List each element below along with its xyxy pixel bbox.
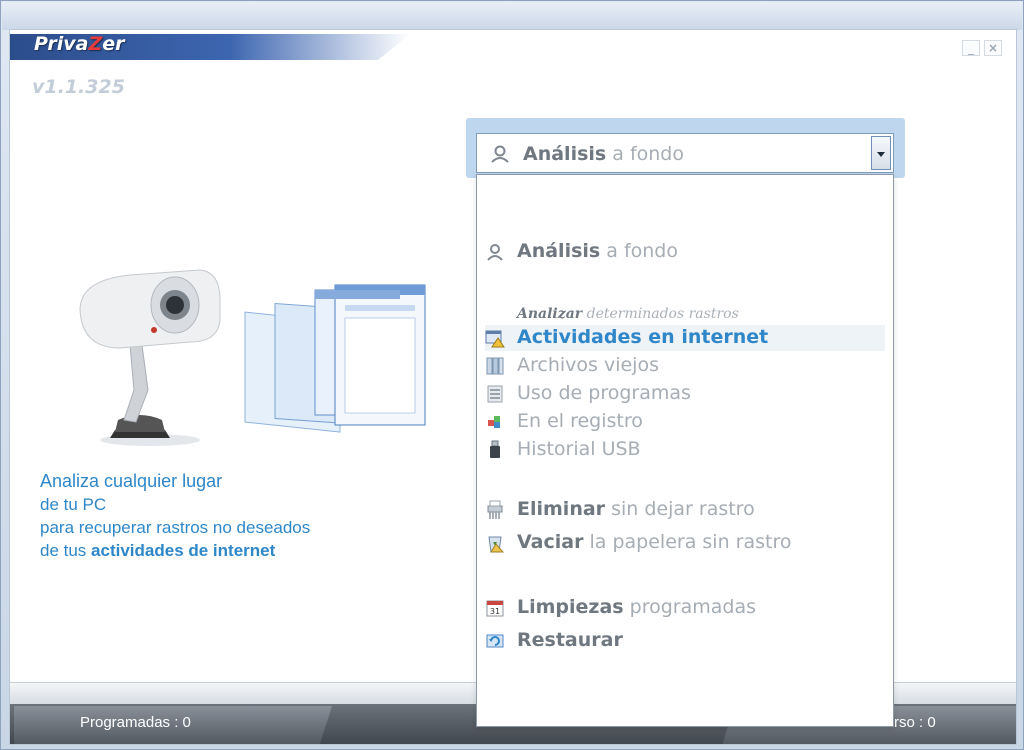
browser-windows-illustration [244,284,426,433]
title-bar[interactable] [2,2,1022,30]
files-icon [486,357,504,375]
option-scheduled-cleanups-label: Limpiezas programadas [517,596,756,618]
logo-text-suffix: er [102,33,125,55]
minimize-button[interactable]: _ [962,40,980,56]
option-scheduled-cleanups[interactable]: 31 Limpiezas programadas [485,595,885,621]
promo-line-4: de tus actividades de internet [40,539,310,562]
option-deep-scan-rest: a fondo [606,240,678,262]
option-usb-history-label: Historial USB [517,438,641,460]
option-internet-activity[interactable]: Actividades en internet [485,325,885,351]
option-empty-recycle-bin-label: Vaciar la papelera sin rastro [517,531,791,553]
scheduled-count: Programadas : 0 [80,714,191,731]
option-delete-bold: Eliminar [517,498,606,520]
usb-icon [490,440,500,458]
restore-icon [486,634,504,648]
option-old-files-label: Archivos viejos [517,354,659,376]
chevron-down-icon[interactable] [871,136,891,170]
option-delete-no-trace-label: Eliminar sin dejar rastro [517,498,755,520]
promo-line-2: de tu PC [40,495,107,514]
shredder-icon [487,500,503,519]
program-icon [487,385,503,403]
option-deep-scan[interactable]: Análisis a fondo [485,239,885,265]
scan-type-value: Análisis a fondo [523,143,684,165]
option-restore-label: Restaurar [517,629,623,651]
browser-warning-icon [485,330,505,348]
option-deep-scan-bold: Análisis [517,240,601,262]
option-empty-bin-rest: la papelera sin rastro [589,531,792,553]
right-status-count: rso : 0 [894,714,936,731]
section-heading-specific: Analizar determinados rastros [517,306,739,322]
app-logo: PrivaZer [34,33,124,55]
option-usb-history[interactable]: Historial USB [485,437,885,463]
promo-line-4-prefix: de tus [40,541,87,560]
logo-text-prefix: Priva [34,33,89,55]
option-empty-bin-bold: Vaciar [517,531,584,553]
option-delete-rest: sin dejar rastro [611,498,755,520]
scan-type-select[interactable]: Análisis a fondo [476,133,894,173]
option-empty-recycle-bin[interactable]: Vaciar la papelera sin rastro [485,530,885,556]
option-registry[interactable]: En el registro [485,409,885,435]
promo-line-1: Analiza cualquier lugar [40,471,223,491]
option-deep-scan-label: Análisis a fondo [517,240,678,262]
recycle-bin-icon [488,536,505,553]
webcam-illustration [79,269,221,446]
svg-text:31: 31 [490,607,500,616]
registry-icon [488,416,500,428]
close-button[interactable]: × [984,40,1002,56]
section-heading-bold: Analizar [517,306,583,322]
version-label: v1.1.325 [32,76,125,98]
section-heading-rest: determinados rastros [586,306,739,322]
promo-line-4-strong: actividades de internet [91,541,276,560]
promo-line-3: para recuperar rastros no deseados [40,518,311,537]
option-delete-no-trace[interactable]: Eliminar sin dejar rastro [485,497,885,523]
option-internet-activity-label: Actividades en internet [517,326,769,348]
option-program-usage[interactable]: Uso de programas [485,381,885,407]
search-person-icon [487,244,503,261]
search-person-icon [491,145,509,163]
scan-type-value-rest: a fondo [612,143,684,165]
option-old-files[interactable]: Archivos viejos [485,353,885,379]
option-restore[interactable]: Restaurar [485,628,885,654]
calendar-icon: 31 [486,600,504,617]
option-scheduled-rest: programadas [629,596,757,618]
scan-type-value-bold: Análisis [523,143,607,165]
option-registry-label: En el registro [517,410,643,432]
option-scheduled-bold: Limpiezas [517,596,624,618]
scan-type-dropdown: Análisis a fondo Analizar determinados r… [476,174,894,727]
option-program-usage-label: Uso de programas [517,382,691,404]
logo-text-z: Z [88,33,103,55]
app-window: PrivaZer v1.1.325 _ × Analiza cualquier … [0,0,1024,750]
promo-text: Analiza cualquier lugar de tu PC para re… [40,470,310,562]
